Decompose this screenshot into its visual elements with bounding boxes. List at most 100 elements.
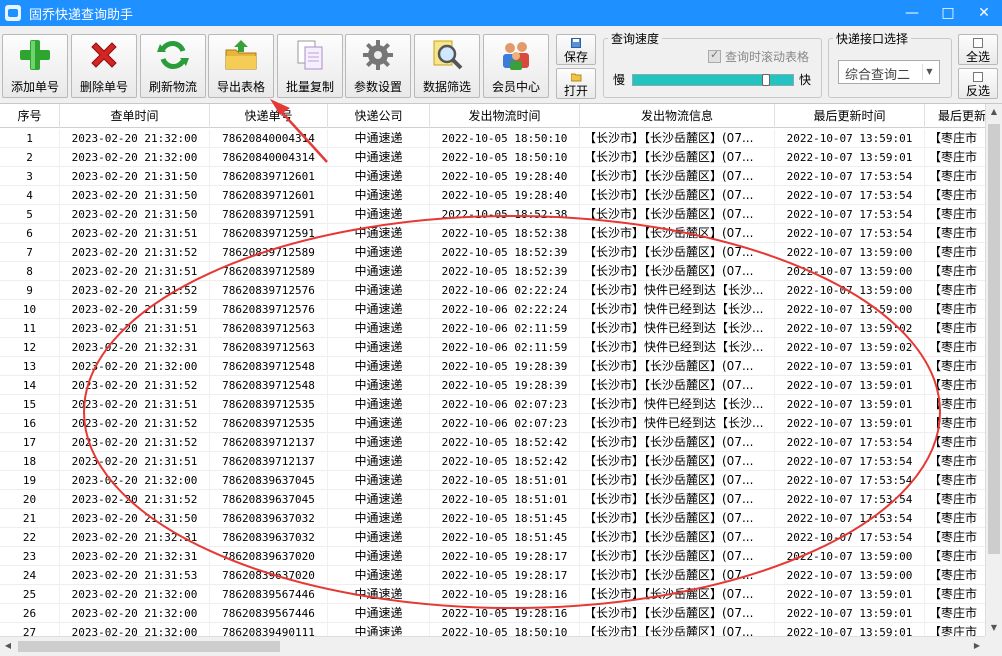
cell-courier: 中通速递	[328, 490, 430, 509]
scroll-up-icon[interactable]: ▲	[986, 104, 1002, 120]
checkbox-check-icon	[708, 48, 721, 63]
add-tracking-button[interactable]: 添加单号	[2, 34, 68, 98]
table-row[interactable]: 17 2023-02-20 21:31:52 78620839712137 中通速递 2…	[0, 433, 985, 452]
cell-tracking-number: 78620839712548	[210, 357, 328, 376]
cell-query-time: 2023-02-20 21:32:00	[60, 357, 210, 376]
table-row[interactable]: 13 2023-02-20 21:32:00 78620839712548 中通速递 2…	[0, 357, 985, 376]
table-row[interactable]: 14 2023-02-20 21:31:52 78620839712548 中通速递 2…	[0, 376, 985, 395]
cell-query-time: 2023-02-20 21:32:00	[60, 471, 210, 490]
cell-ship-time: 2022-10-05 19:28:16	[430, 604, 580, 623]
table-row[interactable]: 21 2023-02-20 21:31:50 78620839637032 中通速递 2…	[0, 509, 985, 528]
horizontal-scroll-thumb[interactable]	[18, 641, 280, 652]
column-header-seq[interactable]: 序号	[0, 104, 60, 128]
maximize-button[interactable]: □	[930, 0, 966, 26]
column-header-courier[interactable]: 快递公司	[328, 104, 430, 128]
vertical-scroll-thumb[interactable]	[988, 124, 1000, 554]
horizontal-scrollbar[interactable]: ◀ ▶	[0, 636, 985, 656]
table-row[interactable]: 5 2023-02-20 21:31:50 78620839712591 中通速递 20…	[0, 205, 985, 224]
table-row[interactable]: 3 2023-02-20 21:31:50 78620839712601 中通速递 20…	[0, 167, 985, 186]
table-row[interactable]: 1 2023-02-20 21:32:00 78620840004314 中通速递 20…	[0, 129, 985, 148]
table-row[interactable]: 19 2023-02-20 21:32:00 78620839637045 中通速递 2…	[0, 471, 985, 490]
table-row[interactable]: 20 2023-02-20 21:31:52 78620839637045 中通速递 2…	[0, 490, 985, 509]
column-header-ship-info[interactable]: 发出物流信息	[580, 104, 775, 128]
table-row[interactable]: 18 2023-02-20 21:31:51 78620839712137 中通速递 2…	[0, 452, 985, 471]
table-row[interactable]: 2 2023-02-20 21:32:00 78620840004314 中通速递 20…	[0, 148, 985, 167]
save-button[interactable]: 保存	[556, 34, 596, 65]
data-filter-button[interactable]: 数据筛选	[414, 34, 480, 98]
cell-ship-info: 【长沙市】【长沙岳麓区】(07...	[580, 585, 775, 604]
magnifier-icon	[429, 38, 465, 72]
slider-thumb[interactable]	[762, 74, 770, 86]
cell-last-update-info: 【枣庄市	[925, 224, 985, 243]
cell-tracking-number: 78620839712535	[210, 414, 328, 433]
cell-ship-info: 【长沙市】快件已经到达【长沙...	[580, 395, 775, 414]
cell-ship-time: 2022-10-05 19:28:17	[430, 547, 580, 566]
cell-last-update-info: 【枣庄市	[925, 490, 985, 509]
cell-ship-info: 【长沙市】【长沙岳麓区】(07...	[580, 509, 775, 528]
cell-ship-info: 【长沙市】【长沙岳麓区】(07...	[580, 167, 775, 186]
invert-selection-button[interactable]: 反选	[958, 68, 998, 99]
cell-last-update-time: 2022-10-07 13:59:01	[775, 148, 925, 167]
table-body: 1 2023-02-20 21:32:00 78620840004314 中通速递 20…	[0, 129, 985, 636]
table-row[interactable]: 12 2023-02-20 21:32:31 78620839712563 中通速递 2…	[0, 338, 985, 357]
query-speed-slider[interactable]	[632, 74, 794, 86]
cell-courier: 中通速递	[328, 585, 430, 604]
gear-icon	[360, 38, 396, 72]
member-center-button[interactable]: 会员中心	[483, 34, 549, 98]
cell-last-update-info: 【枣庄市	[925, 357, 985, 376]
vertical-scrollbar[interactable]: ▲ ▼	[985, 104, 1002, 636]
close-button[interactable]: ✕	[966, 0, 1002, 26]
column-header-last-update-time[interactable]: 最后更新时间	[775, 104, 925, 128]
table-row[interactable]: 27 2023-02-20 21:32:00 78620839490111 中通速递 2…	[0, 623, 985, 636]
select-all-button[interactable]: 全选	[958, 34, 998, 65]
scroll-table-checkbox[interactable]: 查询时滚动表格	[708, 48, 809, 65]
cell-ship-time: 2022-10-05 18:51:45	[430, 528, 580, 547]
table-row[interactable]: 9 2023-02-20 21:31:52 78620839712576 中通速递 20…	[0, 281, 985, 300]
open-button[interactable]: 打开	[556, 68, 596, 99]
column-header-query-time[interactable]: 查单时间	[60, 104, 210, 128]
export-table-button[interactable]: 导出表格	[208, 34, 274, 98]
table-row[interactable]: 7 2023-02-20 21:31:52 78620839712589 中通速递 20…	[0, 243, 985, 262]
cell-ship-time: 2022-10-05 19:28:39	[430, 376, 580, 395]
cell-courier: 中通速递	[328, 509, 430, 528]
table-row[interactable]: 25 2023-02-20 21:32:00 78620839567446 中通速递 2…	[0, 585, 985, 604]
scroll-left-icon[interactable]: ◀	[0, 637, 16, 655]
cell-ship-info: 【长沙市】【长沙岳麓区】(07...	[580, 205, 775, 224]
cell-query-time: 2023-02-20 21:32:31	[60, 528, 210, 547]
column-header-ship-time[interactable]: 发出物流时间	[430, 104, 580, 128]
cell-ship-time: 2022-10-05 18:52:42	[430, 433, 580, 452]
table-row[interactable]: 10 2023-02-20 21:31:59 78620839712576 中通速递 2…	[0, 300, 985, 319]
table-row[interactable]: 11 2023-02-20 21:31:51 78620839712563 中通速递 2…	[0, 319, 985, 338]
scroll-down-icon[interactable]: ▼	[986, 620, 1002, 636]
minimize-button[interactable]: —	[894, 0, 930, 26]
cell-last-update-info: 【枣庄市	[925, 509, 985, 528]
table-row[interactable]: 15 2023-02-20 21:31:51 78620839712535 中通速递 2…	[0, 395, 985, 414]
api-select-dropdown[interactable]: 综合查询二 ▼	[838, 60, 940, 84]
table-row[interactable]: 22 2023-02-20 21:32:31 78620839637032 中通速递 2…	[0, 528, 985, 547]
table-row[interactable]: 26 2023-02-20 21:32:00 78620839567446 中通速递 2…	[0, 604, 985, 623]
batch-copy-button[interactable]: 批量复制	[277, 34, 343, 98]
cell-query-time: 2023-02-20 21:31:52	[60, 376, 210, 395]
table-row[interactable]: 23 2023-02-20 21:32:31 78620839637020 中通速递 2…	[0, 547, 985, 566]
refresh-logistics-button[interactable]: 刷新物流	[140, 34, 206, 98]
cell-last-update-time: 2022-10-07 13:59:00	[775, 547, 925, 566]
table-row[interactable]: 8 2023-02-20 21:31:51 78620839712589 中通速递 20…	[0, 262, 985, 281]
settings-button[interactable]: 参数设置	[345, 34, 411, 98]
table-row[interactable]: 16 2023-02-20 21:31:52 78620839712535 中通速递 2…	[0, 414, 985, 433]
cell-query-time: 2023-02-20 21:31:50	[60, 509, 210, 528]
table-row[interactable]: 4 2023-02-20 21:31:50 78620839712601 中通速递 20…	[0, 186, 985, 205]
cell-courier: 中通速递	[328, 376, 430, 395]
table-row[interactable]: 6 2023-02-20 21:31:51 78620839712591 中通速递 20…	[0, 224, 985, 243]
table-row[interactable]: 24 2023-02-20 21:31:53 78620839637020 中通速递 2…	[0, 566, 985, 585]
cell-ship-time: 2022-10-05 18:51:01	[430, 471, 580, 490]
refresh-logistics-label: 刷新物流	[148, 80, 197, 94]
cell-seq: 14	[0, 376, 60, 395]
cell-last-update-time: 2022-10-07 17:53:54	[775, 528, 925, 547]
scroll-right-icon[interactable]: ▶	[969, 637, 985, 655]
column-header-tracking-number[interactable]: 快递单号	[210, 104, 328, 128]
delete-tracking-button[interactable]: 删除单号	[71, 34, 137, 98]
cell-query-time: 2023-02-20 21:31:51	[60, 319, 210, 338]
chevron-down-icon: ▼	[922, 64, 936, 80]
cell-tracking-number: 78620839712601	[210, 186, 328, 205]
column-header-last-update-info[interactable]: 最后更新	[925, 104, 985, 128]
